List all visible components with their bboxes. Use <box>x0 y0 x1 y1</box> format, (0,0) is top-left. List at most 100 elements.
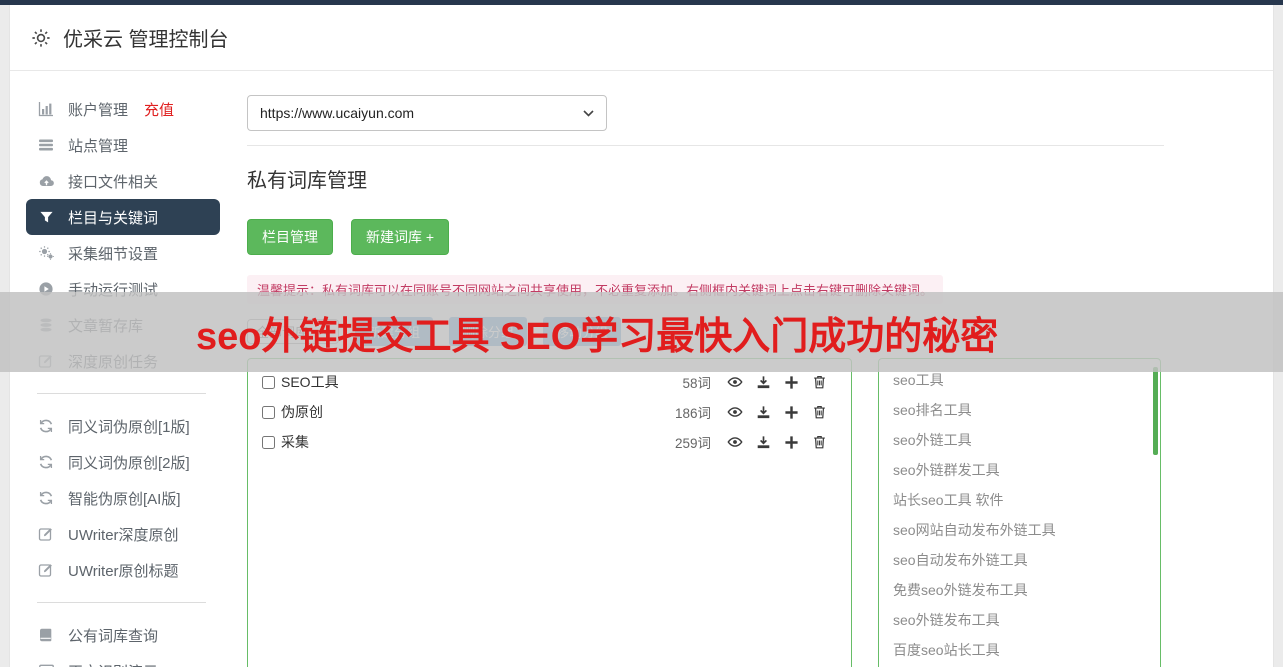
view-icon[interactable] <box>727 374 743 390</box>
sidebar-item-deep-original[interactable]: 深度原创任务 <box>26 343 220 379</box>
main-content: https://www.ucaiyun.com 私有词库管理 栏目管理 新建词库… <box>220 71 1273 667</box>
sidebar-item-account[interactable]: 账户管理 充值 <box>26 91 220 127</box>
keyword-item[interactable]: seo排名工具 <box>879 395 1160 425</box>
sidebar-item-label: 同义词伪原创[1版] <box>68 418 190 436</box>
monitor-icon <box>37 663 55 667</box>
add-icon[interactable] <box>784 405 799 420</box>
action-buttons: 栏目管理 新建词库 + <box>247 219 1164 255</box>
cloud-upload-icon <box>37 173 55 189</box>
download-icon[interactable] <box>756 435 771 450</box>
thesaurus-checkbox[interactable] <box>262 435 275 449</box>
sidebar-item-article-cache[interactable]: 文章暂存库 <box>26 307 220 343</box>
edit-icon <box>37 353 55 369</box>
sidebar-item-label: 公有词库查询 <box>68 627 159 645</box>
book-icon <box>37 627 55 643</box>
new-thesaurus-button[interactable]: 新建词库 + <box>351 219 450 255</box>
thesaurus-filter-select[interactable]: 全部词库 <box>247 319 339 344</box>
gears-icon <box>37 245 55 261</box>
move-group-button[interactable]: 移动分组 <box>543 317 622 346</box>
sidebar-item-label: 账户管理 <box>68 101 129 119</box>
thesaurus-name: 采集 <box>281 434 309 450</box>
keyword-item[interactable]: seo外链工具 <box>879 425 1160 455</box>
sidebar-item-sites[interactable]: 站点管理 <box>26 127 220 163</box>
app-header: 优采云 管理控制台 <box>10 5 1273 71</box>
sidebar-item-label: 站点管理 <box>68 137 129 155</box>
sidebar-item-synonym-v2[interactable]: 同义词伪原创[2版] <box>26 444 220 480</box>
page-title: 私有词库管理 <box>247 170 367 192</box>
keyword-item[interactable]: seo网站自动发布外链工具 <box>879 515 1160 545</box>
refresh-icon <box>37 418 55 434</box>
keyword-item[interactable]: seo外链发布工具 <box>879 605 1160 635</box>
sidebar-item-label: 栏目与关键词 <box>68 209 159 227</box>
row-actions <box>727 374 827 390</box>
row-actions <box>727 434 827 450</box>
add-icon[interactable] <box>784 375 799 390</box>
sidebar-item-content-recognition[interactable]: 正文识别演示 <box>26 653 220 667</box>
thesaurus-checkbox[interactable] <box>262 375 275 389</box>
download-icon[interactable] <box>756 375 771 390</box>
keyword-item[interactable]: 站长seo工具 软件 <box>879 485 1160 515</box>
delete-group-button[interactable]: 删除分组 <box>449 317 528 346</box>
sidebar-item-columns-keywords[interactable]: 栏目与关键词 <box>26 199 220 235</box>
group-controls: 全部词库 新建分组 删除分组 移动分组 <box>247 317 1164 346</box>
sidebar-item-label: 文章暂存库 <box>68 317 144 335</box>
refresh-icon <box>37 490 55 506</box>
column-manage-button[interactable]: 栏目管理 <box>247 219 333 255</box>
sidebar-item-uwriter-title[interactable]: UWriter原创标题 <box>26 552 220 588</box>
thesaurus-name: SEO工具 <box>281 374 339 390</box>
sidebar-item-uwriter-deep[interactable]: UWriter深度原创 <box>26 516 220 552</box>
thesaurus-name: 伪原创 <box>281 404 323 420</box>
tip-banner: 温馨提示：私有词库可以在同账号不同网站之间共享使用，不必重复添加。右侧框内关键词… <box>247 275 944 304</box>
delete-icon[interactable] <box>812 434 827 450</box>
sidebar-item-synonym-v1[interactable]: 同义词伪原创[1版] <box>26 408 220 444</box>
recharge-badge[interactable]: 充值 <box>144 99 174 120</box>
database-icon <box>37 317 55 333</box>
thesaurus-checkbox[interactable] <box>262 405 275 419</box>
panels: SEO工具 58词 伪原创 186词 采集 259词 seo工具 seo排名工具… <box>247 358 1164 667</box>
chevron-down-icon <box>321 328 330 335</box>
site-select-value: https://www.ucaiyun.com <box>260 105 415 121</box>
keyword-item[interactable]: seo工具 <box>879 365 1160 395</box>
word-count: 58词 <box>682 376 711 391</box>
keyword-list-panel: seo工具 seo排名工具 seo外链工具 seo外链群发工具 站长seo工具 … <box>878 358 1161 667</box>
bar-chart-icon <box>37 101 55 117</box>
edit-icon <box>37 562 55 578</box>
app-title: 优采云 管理控制台 <box>63 29 229 51</box>
download-icon[interactable] <box>756 405 771 420</box>
list-icon <box>37 137 55 153</box>
sidebar-item-manual-test[interactable]: 手动运行测试 <box>26 271 220 307</box>
scrollbar-thumb[interactable] <box>1153 367 1158 455</box>
view-icon[interactable] <box>727 434 743 450</box>
add-icon[interactable] <box>784 435 799 450</box>
delete-icon[interactable] <box>812 404 827 420</box>
sidebar-item-label: 接口文件相关 <box>68 173 159 191</box>
new-group-button[interactable]: 新建分组 <box>355 317 434 346</box>
thesaurus-row: SEO工具 58词 <box>248 367 851 397</box>
sidebar-item-public-thesaurus[interactable]: 公有词库查询 <box>26 617 220 653</box>
refresh-icon <box>37 454 55 470</box>
site-select[interactable]: https://www.ucaiyun.com <box>247 95 607 131</box>
delete-icon[interactable] <box>812 374 827 390</box>
edit-icon <box>37 526 55 542</box>
sidebar-item-collection-settings[interactable]: 采集细节设置 <box>26 235 220 271</box>
thesaurus-row: 采集 259词 <box>248 427 851 457</box>
row-actions <box>727 404 827 420</box>
funnel-icon <box>37 210 55 225</box>
keyword-item[interactable]: seo自动发布外链工具 <box>879 545 1160 575</box>
keyword-item[interactable]: 百度seo站长工具 <box>879 635 1160 665</box>
thesaurus-filter-value: 全部词库 <box>256 325 309 340</box>
sidebar-item-label: 采集细节设置 <box>68 245 159 263</box>
play-circle-icon <box>37 281 55 297</box>
gear-icon <box>30 27 52 49</box>
word-count: 259词 <box>674 436 711 451</box>
keyword-item[interactable]: 免费seo外链发布工具 <box>879 575 1160 605</box>
sidebar-item-label: 智能伪原创[AI版] <box>68 490 181 508</box>
page: { "header": { "title": "优采云 管理控制台" }, "s… <box>0 0 1283 667</box>
sidebar-item-interface-files[interactable]: 接口文件相关 <box>26 163 220 199</box>
sidebar-item-label: UWriter深度原创 <box>68 526 179 544</box>
view-icon[interactable] <box>727 404 743 420</box>
sidebar-item-smart-ai[interactable]: 智能伪原创[AI版] <box>26 480 220 516</box>
sidebar-item-label: 手动运行测试 <box>68 281 159 299</box>
keyword-item[interactable]: seo外链群发工具 <box>879 455 1160 485</box>
thesaurus-row: 伪原创 186词 <box>248 397 851 427</box>
